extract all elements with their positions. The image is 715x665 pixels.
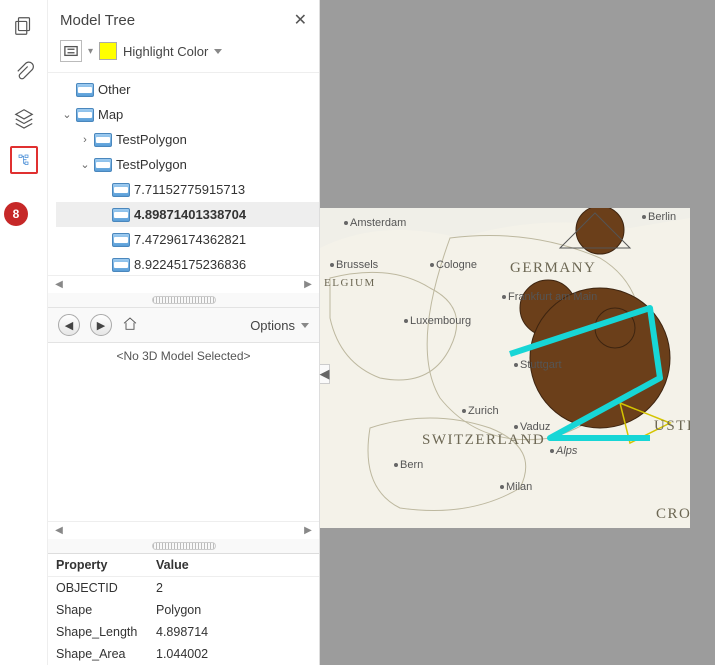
svg-text:SWITZERLAND: SWITZERLAND bbox=[422, 432, 545, 448]
svg-text:Amsterdam: Amsterdam bbox=[350, 217, 406, 229]
document-canvas[interactable]: GERMANY ELGIUM SWITZERLAND CRO USTR Amsterda… bbox=[320, 0, 715, 665]
node-icon bbox=[94, 158, 112, 172]
property-value: 4.898714 bbox=[156, 625, 311, 639]
property-row: ShapePolygon bbox=[48, 599, 319, 621]
property-row: Shape_Length4.898714 bbox=[48, 621, 319, 643]
layers-icon[interactable] bbox=[10, 104, 38, 132]
nav-toolbar: ◀ ▶ Options bbox=[48, 307, 319, 343]
svg-text:Luxembourg: Luxembourg bbox=[410, 315, 471, 327]
splitter-handle-2[interactable] bbox=[48, 539, 319, 553]
property-value: 1.044002 bbox=[156, 647, 311, 661]
node-label: Other bbox=[98, 82, 131, 97]
close-panel-icon[interactable]: ✕ bbox=[294, 10, 307, 30]
property-row: OBJECTID2 bbox=[48, 577, 319, 599]
svg-text:Alps: Alps bbox=[555, 445, 578, 457]
node-icon bbox=[76, 83, 94, 97]
chevron-right-icon[interactable]: › bbox=[78, 134, 92, 146]
no-model-text: <No 3D Model Selected> bbox=[48, 343, 319, 369]
highlight-color-caret-icon[interactable] bbox=[214, 49, 222, 54]
property-name: Shape_Area bbox=[56, 647, 156, 661]
expand-collapse-button[interactable] bbox=[60, 40, 82, 62]
property-header: Property bbox=[56, 558, 156, 572]
property-name: OBJECTID bbox=[56, 581, 156, 595]
tree-node[interactable]: ›8.92245175236836 bbox=[56, 252, 319, 275]
svg-text:Zurich: Zurich bbox=[468, 405, 499, 417]
nav-forward-button[interactable]: ▶ bbox=[90, 314, 112, 336]
options-caret-icon bbox=[301, 323, 309, 328]
home-button[interactable] bbox=[122, 316, 138, 335]
tree-node[interactable]: ›Other bbox=[56, 77, 319, 102]
node-label: 8.92245175236836 bbox=[134, 257, 246, 272]
property-name: Shape bbox=[56, 603, 156, 617]
nav-back-button[interactable]: ◀ bbox=[58, 314, 80, 336]
attachments-icon[interactable] bbox=[10, 58, 38, 86]
chevron-down-icon[interactable]: ⌄ bbox=[60, 108, 74, 121]
svg-text:Brussels: Brussels bbox=[336, 259, 379, 271]
model-tree-panel: Model Tree ✕ ▾ Highlight Color ›Other⌄Ma… bbox=[48, 0, 320, 665]
svg-text:GERMANY: GERMANY bbox=[510, 260, 596, 276]
callout-badge: 8 bbox=[4, 202, 28, 226]
svg-text:Vaduz: Vaduz bbox=[520, 421, 550, 433]
dropdown-caret-icon[interactable]: ▾ bbox=[88, 46, 93, 57]
tree-node[interactable]: ›7.47296174362821 bbox=[56, 227, 319, 252]
tree-node[interactable]: ›7.71152775915713 bbox=[56, 177, 319, 202]
node-icon bbox=[112, 233, 130, 247]
highlight-color-swatch[interactable] bbox=[99, 42, 117, 60]
svg-text:Bern: Bern bbox=[400, 459, 423, 471]
left-icon-rail: 8 bbox=[0, 0, 48, 665]
svg-text:ELGIUM: ELGIUM bbox=[324, 277, 376, 289]
property-value: Polygon bbox=[156, 603, 311, 617]
splitter-handle[interactable] bbox=[48, 293, 319, 307]
node-label: Map bbox=[98, 107, 123, 122]
options-label: Options bbox=[250, 318, 295, 333]
node-label: 7.71152775915713 bbox=[134, 182, 245, 197]
svg-text:Milan: Milan bbox=[506, 481, 532, 493]
model-tree: ›Other ⌄ Map › TestPolygon ⌄ TestPolygon ›7.711… bbox=[48, 73, 319, 275]
property-name: Shape_Length bbox=[56, 625, 156, 639]
property-value: 2 bbox=[156, 581, 311, 595]
tree-node[interactable]: ⌄ Map bbox=[56, 102, 319, 127]
chevron-down-icon[interactable]: ⌄ bbox=[78, 158, 92, 171]
node-label: 4.89871401338704 bbox=[134, 207, 246, 222]
tree-node[interactable]: ⌄ TestPolygon bbox=[56, 152, 319, 177]
svg-text:Cologne: Cologne bbox=[436, 259, 477, 271]
tree-node[interactable]: › TestPolygon bbox=[56, 127, 319, 152]
svg-text:Stuttgart: Stuttgart bbox=[520, 359, 562, 371]
pages-icon[interactable] bbox=[10, 12, 38, 40]
svg-text:USTR: USTR bbox=[654, 418, 690, 434]
tree-horizontal-scrollbar[interactable]: ◀▶ bbox=[48, 275, 319, 293]
panel-collapse-handle[interactable]: ◀ bbox=[320, 364, 330, 384]
node-icon bbox=[76, 108, 94, 122]
value-header: Value bbox=[156, 558, 311, 572]
node-label: TestPolygon bbox=[116, 157, 187, 172]
node-icon bbox=[112, 258, 130, 272]
svg-text:CRO: CRO bbox=[656, 506, 690, 522]
svg-text:Frankfurt am Main: Frankfurt am Main bbox=[508, 291, 597, 303]
tree-node[interactable]: ›4.89871401338704 bbox=[56, 202, 319, 227]
node-label: TestPolygon bbox=[116, 132, 187, 147]
node-label: 7.47296174362821 bbox=[134, 232, 246, 247]
tree-scroll[interactable]: ›Other ⌄ Map › TestPolygon ⌄ TestPolygon ›7.711… bbox=[56, 77, 319, 275]
node-icon bbox=[94, 133, 112, 147]
property-row: Shape_Area1.044002 bbox=[48, 643, 319, 665]
panel-title: Model Tree bbox=[60, 12, 135, 29]
map-view: GERMANY ELGIUM SWITZERLAND CRO USTR Amsterda… bbox=[320, 208, 690, 528]
node-icon bbox=[112, 208, 130, 222]
properties-table: Property Value OBJECTID2ShapePolygonShap… bbox=[48, 553, 319, 665]
model-horizontal-scrollbar[interactable]: ◀▶ bbox=[48, 521, 319, 539]
svg-text:Berlin: Berlin bbox=[648, 211, 676, 223]
model-view-pane: <No 3D Model Selected> ◀▶ bbox=[48, 343, 319, 553]
options-menu[interactable]: Options bbox=[250, 318, 309, 333]
model-tree-icon[interactable] bbox=[10, 146, 38, 174]
highlight-color-label: Highlight Color bbox=[123, 44, 208, 59]
node-icon bbox=[112, 183, 130, 197]
